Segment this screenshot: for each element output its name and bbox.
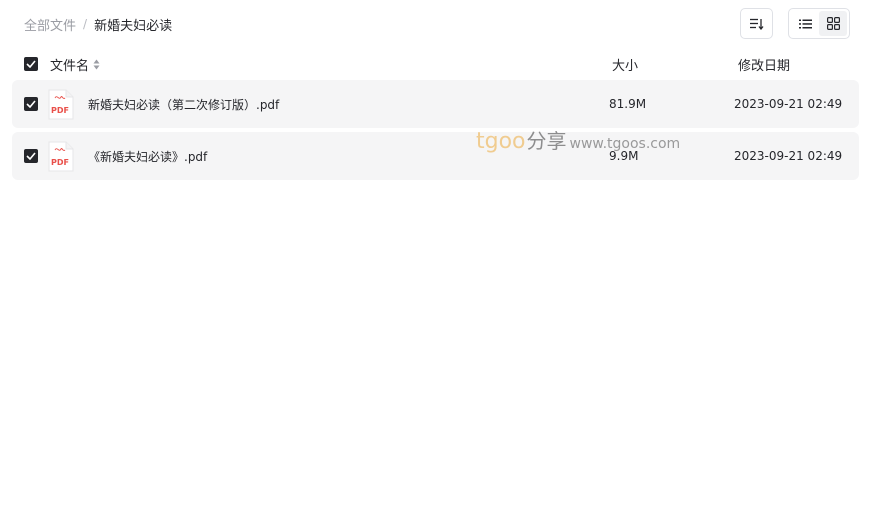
list-view-icon [798, 19, 812, 28]
breadcrumb-separator: / [83, 17, 88, 31]
sort-list-icon [749, 18, 764, 30]
select-all-cell [12, 57, 50, 71]
pdf-file-icon: PDF [48, 141, 74, 171]
row-check-cell [12, 149, 48, 163]
select-all-checkbox[interactable] [24, 57, 38, 71]
table-row[interactable]: PDF 《新婚夫妇必读》.pdf 9.9M 2023-09-21 02:49 [12, 132, 859, 180]
date-column-header[interactable]: 修改日期 [738, 55, 790, 74]
breadcrumb-current: 新婚夫妇必读 [94, 18, 173, 34]
check-icon [26, 152, 36, 160]
check-icon [26, 100, 36, 108]
list-view-button[interactable] [791, 11, 819, 36]
check-icon [26, 60, 36, 68]
row-check-cell [12, 97, 48, 111]
grid-view-button[interactable] [819, 11, 847, 36]
view-switch [788, 8, 850, 39]
pdf-file-icon: PDF [48, 89, 74, 119]
name-header-label: 文件名 [50, 58, 90, 74]
file-size: 81.9M [609, 97, 647, 111]
breadcrumb-root-link[interactable]: 全部文件 [24, 15, 76, 34]
file-date: 2023-09-21 02:49 [734, 149, 843, 163]
row-checkbox[interactable] [24, 97, 38, 111]
grid-view-icon [826, 17, 840, 30]
svg-text:PDF: PDF [51, 158, 69, 167]
row-checkbox[interactable] [24, 149, 38, 163]
file-name[interactable]: 《新婚夫妇必读》.pdf [88, 148, 207, 165]
breadcrumb: 全部文件 / 新婚夫妇必读 [24, 14, 172, 34]
table-row[interactable]: PDF 新婚夫妇必读（第二次修订版）.pdf 81.9M 2023-09-21 … [12, 80, 859, 128]
file-size: 9.9M [609, 149, 639, 163]
file-date: 2023-09-21 02:49 [734, 97, 843, 111]
view-toolbar [740, 8, 850, 39]
sort-button[interactable] [740, 8, 773, 39]
file-list: PDF 新婚夫妇必读（第二次修订版）.pdf 81.9M 2023-09-21 … [12, 80, 859, 184]
svg-text:PDF: PDF [51, 106, 69, 115]
size-column-header[interactable]: 大小 [612, 55, 638, 74]
file-name[interactable]: 新婚夫妇必读（第二次修订版）.pdf [88, 96, 279, 113]
sort-arrows-icon[interactable] [93, 59, 100, 70]
table-header: 文件名 大小 修改日期 [12, 52, 859, 76]
